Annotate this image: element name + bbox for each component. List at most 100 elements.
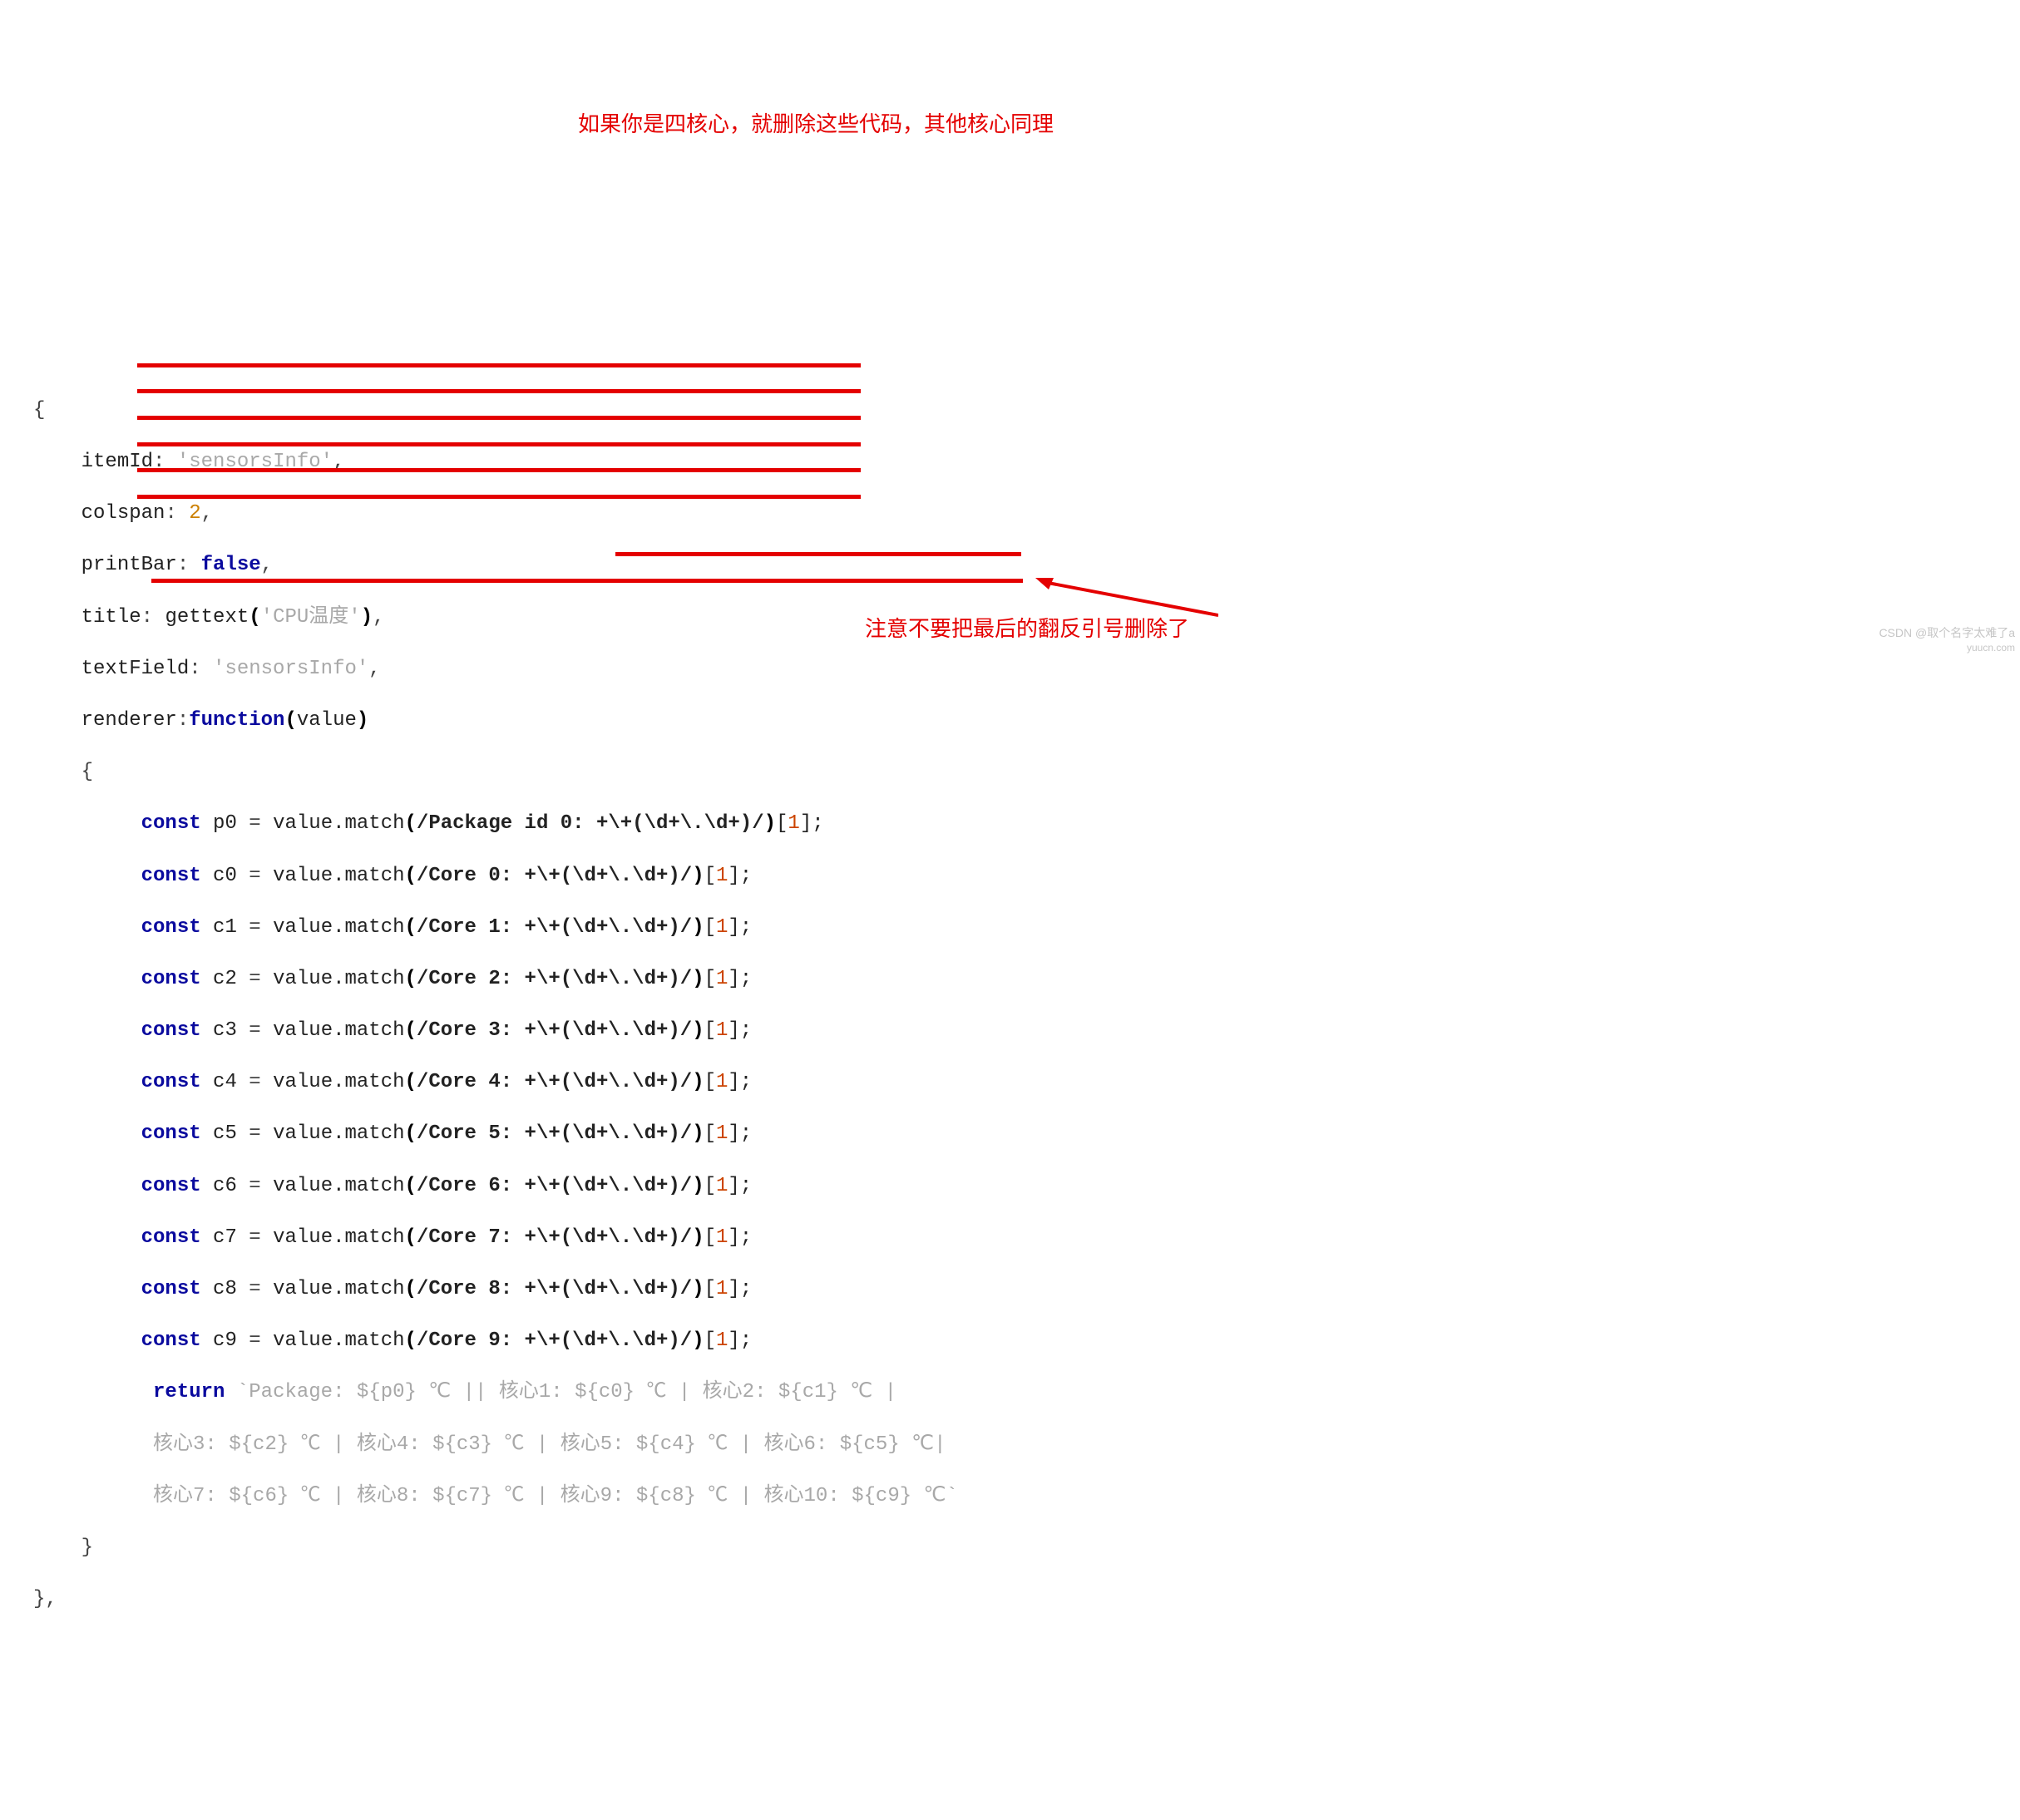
regex-c0: /Core 0: +\+(\d+\.\d+)/ [417,865,692,887]
var-c4: c4 [213,1071,237,1093]
value-false: false [201,554,261,576]
arg-value: value [297,709,357,732]
index-1: 1 [716,1226,728,1249]
code-block: { itemId: 'sensorsInfo', colspan: 2, pri… [0,0,2020,1820]
keyword-const: const [141,968,201,990]
code-line-return: 核心7: ${c6} ℃ | 核心8: ${c7} ℃ | 核心9: ${c8}… [33,1483,2020,1509]
prop-renderer: renderer [81,709,177,732]
regex-c4: /Core 4: +\+(\d+\.\d+)/ [417,1071,692,1093]
code-line-deleted: const c6 = value.match(/Core 6: +\+(\d+\… [33,1173,2020,1199]
var-c9: c9 [213,1329,237,1352]
strikethrough-line [137,468,861,472]
keyword-const: const [141,1175,201,1197]
regex-c7: /Core 7: +\+(\d+\.\d+)/ [417,1226,692,1249]
regex-c2: /Core 2: +\+(\d+\.\d+)/ [417,968,692,990]
call-match: value.match [273,1226,404,1249]
code-line: const c1 = value.match(/Core 1: +\+(\d+\… [33,915,2020,940]
var-c8: c8 [213,1278,237,1300]
var-c5: c5 [213,1122,237,1145]
strikethrough-line [151,579,1023,583]
code-line: const c2 = value.match(/Core 2: +\+(\d+\… [33,966,2020,992]
index-1: 1 [716,916,728,939]
regex-c6: /Core 6: +\+(\d+\.\d+)/ [417,1175,692,1197]
code-line-return: return `Package: ${p0} ℃ || 核心1: ${c0} ℃… [33,1379,2020,1405]
code-line-deleted: const c8 = value.match(/Core 8: +\+(\d+\… [33,1276,2020,1302]
regex-c1: /Core 1: +\+(\d+\.\d+)/ [417,916,692,939]
regex-c8: /Core 8: +\+(\d+\.\d+)/ [417,1278,692,1300]
code-line-return: 核心3: ${c2} ℃ | 核心4: ${c3} ℃ | 核心5: ${c4}… [33,1432,2020,1457]
var-c2: c2 [213,968,237,990]
arrow-icon [1035,578,1218,619]
return-template-1: `Package: ${p0} ℃ || 核心1: ${c0} ℃ | 核心2:… [237,1381,909,1403]
var-c6: c6 [213,1175,237,1197]
code-line: printBar: false, [33,552,2020,578]
prop-colspan: colspan [81,502,165,525]
call-match: value.match [273,916,404,939]
var-p0: p0 [213,812,237,835]
index-1: 1 [716,1122,728,1145]
code-line: const p0 = value.match(/Package id 0: +\… [33,811,2020,836]
call-gettext: gettext [165,606,249,629]
brace-close-func: } [81,1536,93,1559]
code-line-deleted: const c5 = value.match(/Core 5: +\+(\d+\… [33,1121,2020,1147]
code-line: } [33,1535,2020,1561]
brace-open-func: { [81,761,93,783]
code-line: const c0 = value.match(/Core 0: +\+(\d+\… [33,863,2020,889]
index-1: 1 [716,865,728,887]
regex-p0: /Package id 0: +\+(\d+\.\d+)/ [417,812,764,835]
prop-title: title [81,606,141,629]
call-match: value.match [273,968,404,990]
code-line: renderer:function(value) [33,708,2020,733]
index-1: 1 [716,1329,728,1352]
regex-c9: /Core 9: +\+(\d+\.\d+)/ [417,1329,692,1352]
brace-close-obj: }, [33,1588,57,1610]
keyword-const: const [141,1278,201,1300]
regex-c5: /Core 5: +\+(\d+\.\d+)/ [417,1122,692,1145]
code-line-deleted: const c9 = value.match(/Core 9: +\+(\d+\… [33,1328,2020,1354]
call-match: value.match [273,1019,404,1042]
prop-textfield: textField [81,658,190,680]
code-line: textField: 'sensorsInfo', [33,656,2020,682]
regex-c3: /Core 3: +\+(\d+\.\d+)/ [417,1019,692,1042]
var-c7: c7 [213,1226,237,1249]
index-1: 1 [716,968,728,990]
keyword-const: const [141,1226,201,1249]
return-template-3-deleted: 核心7: ${c6} ℃ | 核心8: ${c7} ℃ | 核心9: ${c8}… [153,1485,958,1507]
annotation-delete-cores: 如果你是四核心，就删除这些代码，其他核心同理 [578,111,1054,139]
strikethrough-line [137,389,861,393]
strikethrough-line [615,552,1021,556]
call-match: value.match [273,812,404,835]
keyword-const: const [141,812,201,835]
arg-cputemp: 'CPU温度' [261,606,361,629]
strikethrough-line [137,416,861,420]
keyword-const: const [141,1329,201,1352]
keyword-return: return [153,1381,225,1403]
strikethrough-line [137,442,861,446]
code-line: colspan: 2, [33,501,2020,526]
keyword-const: const [141,1122,201,1145]
strikethrough-line [137,495,861,499]
var-c1: c1 [213,916,237,939]
index-1: 1 [716,1071,728,1093]
value-2: 2 [189,502,200,525]
brace-open: { [33,399,45,422]
prop-printbar: printBar [81,554,177,576]
keyword-const: const [141,1019,201,1042]
return-template-2a: 核心3: ${c2} ℃ | 核心4: ${c3} ℃ [153,1433,536,1456]
keyword-const: const [141,865,201,887]
index-1: 1 [788,812,799,835]
code-line-deleted: const c7 = value.match(/Core 7: +\+(\d+\… [33,1225,2020,1250]
var-c3: c3 [213,1019,237,1042]
keyword-const: const [141,916,201,939]
code-line: }, [33,1586,2020,1612]
call-match: value.match [273,1278,404,1300]
call-match: value.match [273,1122,404,1145]
watermark-csdn: CSDN @取个名字太难了a [1879,625,2015,640]
code-line: const c3 = value.match(/Core 3: +\+(\d+\… [33,1018,2020,1043]
call-match: value.match [273,865,404,887]
return-template-2b-deleted: | 核心5: ${c4} ℃ | 核心6: ${c5} ℃| [536,1433,958,1456]
keyword-function: function [189,709,284,732]
index-1: 1 [716,1278,728,1300]
index-1: 1 [716,1175,728,1197]
code-line: { [33,759,2020,785]
